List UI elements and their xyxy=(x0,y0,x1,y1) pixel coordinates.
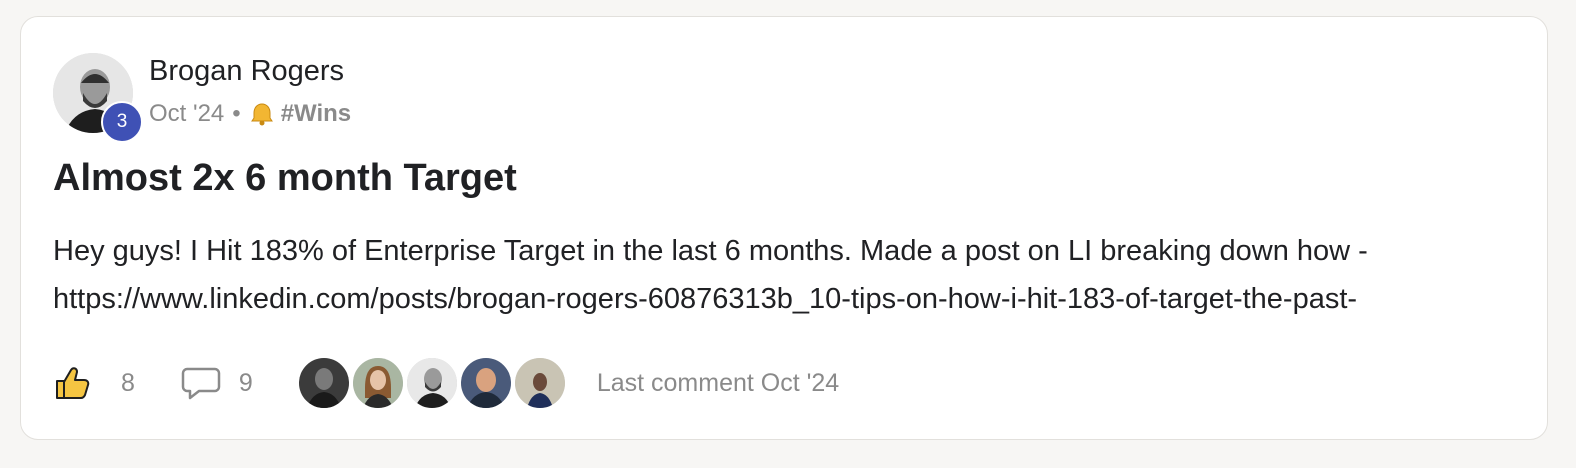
avatar-photo xyxy=(352,358,403,408)
comment-count: 9 xyxy=(238,368,253,397)
post-footer: 8 9 Last comment Oct '24 xyxy=(53,357,839,409)
thumbs-up-icon[interactable] xyxy=(53,364,91,402)
post-meta: Oct '24 • #Wins xyxy=(149,100,351,128)
author-name[interactable]: Brogan Rogers xyxy=(149,55,344,88)
post-title[interactable]: Almost 2x 6 month Target xyxy=(53,157,517,200)
author-avatar-wrap[interactable]: 3 xyxy=(53,53,143,143)
participant-avatar[interactable] xyxy=(298,358,349,408)
avatar-photo xyxy=(406,358,457,408)
post-date[interactable]: Oct '24 xyxy=(149,100,224,128)
post-body-line: Hey guys! I Hit 183% of Enterprise Targe… xyxy=(53,235,1368,267)
participant-avatar[interactable] xyxy=(352,358,403,408)
meta-separator: • xyxy=(232,100,241,127)
post-card[interactable]: 3 Brogan Rogers Oct '24 • #Wins Almost 2… xyxy=(20,16,1548,440)
post-body-line[interactable]: https://www.linkedin.com/posts/brogan-ro… xyxy=(53,275,1523,323)
last-comment-text: Last comment Oct '24 xyxy=(596,368,840,397)
participant-avatars[interactable] xyxy=(298,358,569,408)
bell-icon xyxy=(250,103,273,126)
avatar-photo xyxy=(298,358,349,408)
participant-avatar[interactable] xyxy=(406,358,457,408)
avatar-photo xyxy=(460,358,511,408)
like-count: 8 xyxy=(121,368,135,397)
category-tag[interactable]: #Wins xyxy=(281,100,351,128)
level-badge: 3 xyxy=(101,101,143,143)
avatar-photo xyxy=(514,358,565,408)
post-body[interactable]: Hey guys! I Hit 183% of Enterprise Targe… xyxy=(53,227,1523,323)
participant-avatar[interactable] xyxy=(460,358,511,408)
speech-bubble-icon[interactable] xyxy=(181,365,221,401)
participant-avatar[interactable] xyxy=(514,358,565,408)
